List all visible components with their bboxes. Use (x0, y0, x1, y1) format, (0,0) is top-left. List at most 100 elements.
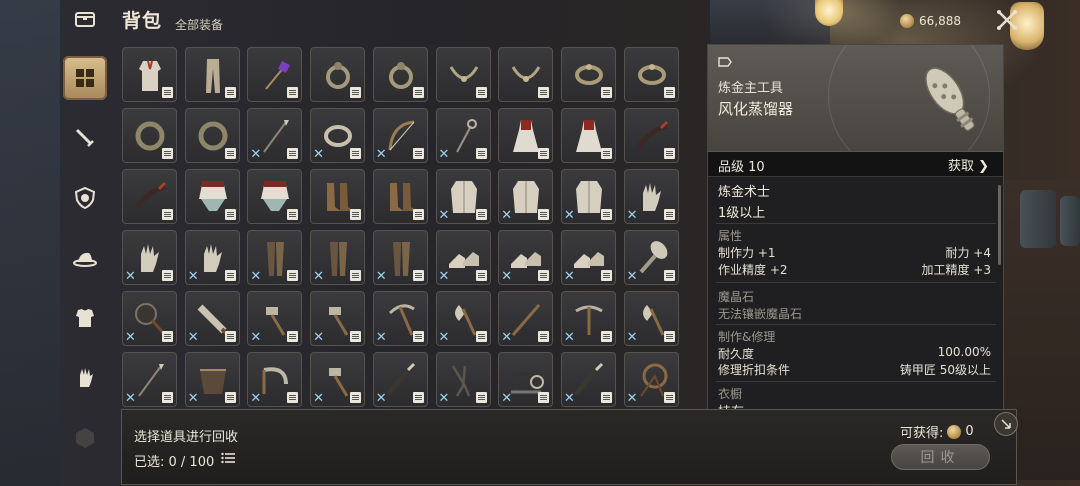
nav-glove[interactable] (63, 356, 107, 400)
inventory-slot[interactable]: ✕ (498, 230, 554, 285)
inventory-slot[interactable]: ✕ (435, 230, 491, 285)
inventory-slot[interactable] (247, 47, 303, 102)
nav-sword[interactable] (63, 116, 107, 160)
inventory-slot[interactable] (623, 47, 679, 102)
inventory-slot[interactable] (184, 47, 240, 102)
inventory-slot[interactable]: ✕ (122, 291, 177, 346)
inventory-slot[interactable]: ✕ (560, 291, 616, 346)
book-icon (475, 331, 487, 342)
inventory-slot[interactable] (435, 47, 491, 102)
book-icon (600, 331, 612, 342)
unavailable-mark-icon: ✕ (563, 391, 575, 406)
close-icon[interactable] (995, 8, 1019, 32)
book-icon (224, 270, 236, 281)
book-icon (287, 270, 299, 281)
inventory-slot[interactable]: ✕ (623, 352, 679, 407)
book-icon (412, 331, 424, 342)
book-icon (538, 148, 550, 159)
attr-row-2-right: 加工精度 +3 (921, 261, 991, 278)
unavailable-mark-icon: ✕ (125, 269, 136, 284)
hat-icon (73, 252, 97, 267)
book-icon (538, 331, 550, 342)
inventory-slot[interactable] (184, 169, 240, 224)
inventory-slot[interactable]: ✕ (310, 230, 366, 285)
inventory-slot[interactable]: ✕ (623, 230, 679, 285)
inventory-slot[interactable]: ✕ (372, 108, 428, 163)
inventory-slot[interactable]: ✕ (435, 352, 491, 407)
unavailable-mark-icon: ✕ (375, 269, 387, 284)
book-icon (287, 87, 299, 98)
inventory-slot[interactable]: ✕ (498, 169, 554, 224)
acquire-link[interactable]: 获取 ❯ (948, 155, 989, 174)
inventory-slot[interactable]: ✕ (310, 108, 366, 163)
inventory-slot[interactable]: ✕ (372, 230, 428, 285)
book-icon (224, 392, 236, 403)
background-window (0, 0, 60, 486)
nav-armor[interactable] (63, 296, 107, 340)
inventory-slot[interactable]: ✕ (122, 352, 177, 407)
unavailable-mark-icon: ✕ (626, 269, 638, 284)
inventory-slot[interactable] (560, 108, 616, 163)
inventory-slot[interactable]: ✕ (372, 352, 428, 407)
detail-scrollbar[interactable] (998, 185, 1001, 265)
inventory-slot[interactable]: ✕ (498, 291, 554, 346)
inventory-slot[interactable] (623, 108, 679, 163)
nav-all[interactable] (63, 56, 107, 100)
inventory-slot[interactable] (498, 108, 554, 163)
nav-dice[interactable] (63, 416, 107, 460)
inventory-slot[interactable] (122, 108, 177, 163)
inventory-slot[interactable]: ✕ (247, 108, 303, 163)
inventory-slot[interactable]: ✕ (372, 291, 428, 346)
book-icon (475, 87, 487, 98)
inventory-slot[interactable]: ✕ (247, 291, 303, 346)
inventory-slot[interactable]: ✕ (310, 352, 366, 407)
inventory-slot[interactable]: ✕ (310, 291, 366, 346)
nav-chest[interactable] (63, 0, 107, 40)
recycle-button[interactable]: 回收 (891, 444, 990, 470)
inventory-slot[interactable]: ✕ (122, 230, 177, 285)
nav-shield[interactable] (63, 176, 107, 220)
book-icon (475, 209, 487, 220)
inventory-slot[interactable] (372, 169, 428, 224)
chest-icon (75, 12, 95, 27)
category-tag-icon (718, 57, 732, 67)
book-icon (663, 331, 675, 342)
armor-icon (76, 309, 94, 327)
unavailable-mark-icon: ✕ (375, 391, 387, 406)
attr-value: +3 (973, 263, 991, 277)
book-icon (475, 270, 487, 281)
inventory-slot[interactable] (310, 169, 366, 224)
inventory-slot[interactable]: ✕ (247, 230, 303, 285)
inventory-slot[interactable]: ✕ (560, 352, 616, 407)
unavailable-mark-icon: ✕ (250, 147, 262, 162)
inventory-slot[interactable]: ✕ (498, 352, 554, 407)
inventory-slot[interactable] (122, 47, 177, 102)
book-icon (475, 392, 487, 403)
inventory-slot[interactable] (247, 169, 303, 224)
filter-label[interactable]: 全部装备 (175, 16, 223, 33)
inventory-slot[interactable]: ✕ (184, 230, 240, 285)
inventory-slot[interactable]: ✕ (435, 108, 491, 163)
book-icon (663, 209, 675, 220)
book-icon (538, 392, 550, 403)
inventory-slot[interactable] (498, 47, 554, 102)
inventory-slot[interactable] (372, 47, 428, 102)
inventory-slot[interactable] (184, 108, 240, 163)
inventory-slot[interactable] (560, 47, 616, 102)
inventory-slot[interactable]: ✕ (560, 230, 616, 285)
collapse-icon[interactable] (994, 412, 1018, 436)
inventory-slot[interactable] (122, 169, 177, 224)
list-icon[interactable] (220, 450, 236, 466)
inventory-slot[interactable]: ✕ (435, 291, 491, 346)
inventory-slot[interactable]: ✕ (184, 291, 240, 346)
inventory-slot[interactable]: ✕ (435, 169, 491, 224)
inventory-slot[interactable]: ✕ (184, 352, 240, 407)
inventory-slot[interactable]: ✕ (623, 169, 679, 224)
wardrobe-title: 衣橱 (718, 387, 743, 401)
nav-hat[interactable] (63, 236, 107, 280)
inventory-slot[interactable]: ✕ (623, 291, 679, 346)
inventory-slot[interactable] (310, 47, 366, 102)
inventory-slot[interactable]: ✕ (247, 352, 303, 407)
inventory-slot[interactable]: ✕ (560, 169, 616, 224)
coin-icon (947, 424, 962, 439)
